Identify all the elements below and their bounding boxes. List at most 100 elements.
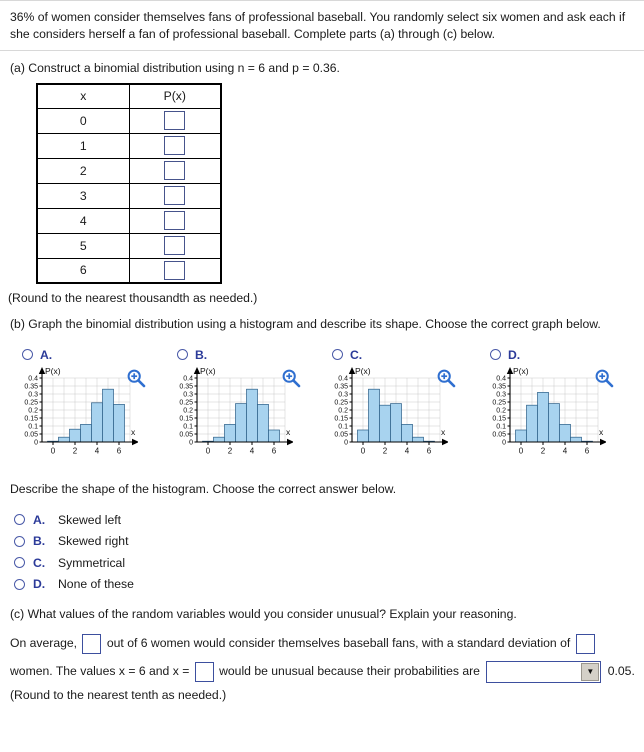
table-row: 3	[36, 182, 222, 209]
distribution-table: x P(x) 0123456	[36, 83, 222, 284]
radio-button-a[interactable]	[14, 514, 25, 525]
magnifier-plus-icon[interactable]	[594, 368, 614, 388]
histogram-choice-d[interactable]: 00.050.10.150.20.250.30.350.40 2 4 6P(x)x	[478, 364, 607, 464]
shape-option-d[interactable]: D. None of these	[14, 575, 644, 594]
px-answer-box[interactable]	[164, 111, 186, 130]
cell-px-input[interactable]	[128, 207, 222, 234]
shape-options-list: A. Skewed left B. Skewed right C. Symmetrical…	[0, 500, 644, 594]
x-tick-label: 0	[519, 447, 524, 456]
radio-button-d[interactable]	[14, 578, 25, 590]
px-answer-box[interactable]	[164, 186, 186, 205]
graph-area[interactable]: 0 0.05 0.1 0.15 0.2 0.25 0.3 0.35 0.4 0 2 4 6 P(x) x	[478, 364, 636, 472]
cell-x-value: 2	[36, 157, 130, 184]
zoom-graph-button[interactable]	[281, 368, 301, 388]
histogram-choice-a[interactable]: 00.050.10.150.20.250.30.350.40 2 4 6P(x)x	[10, 364, 139, 464]
zoom-graph-button[interactable]	[436, 368, 456, 388]
chevron-down-icon[interactable]: ▼	[581, 662, 600, 681]
histogram-choice-c[interactable]: 00.050.10.150.20.250.30.350.40 2 4 6P(x)x	[320, 364, 449, 464]
x-tick-label: 0	[361, 447, 366, 456]
cell-px-input[interactable]	[128, 257, 222, 284]
table-row: 4	[36, 207, 222, 234]
graph-choice-c[interactable]: C. 0 0.05 0.1 0.15 0.2 0.25 0.3 0.35 0.4 0 2 4 6 P(x) x	[320, 345, 478, 475]
y-tick-label: 0.25	[334, 400, 348, 407]
radio-button-d[interactable]	[490, 349, 501, 360]
y-tick-label: 0.2	[28, 408, 38, 415]
cell-px-input[interactable]	[128, 232, 222, 259]
graph-choice-a[interactable]: A. 0 0.05 0.1 0.15 0.2 0.25 0.3 0.35 0.4 0 2 4 6 P(x) x	[10, 345, 168, 475]
x-tick-label: 6	[427, 447, 432, 456]
cell-px-input[interactable]	[128, 182, 222, 209]
y-tick-label: 0.15	[492, 416, 506, 423]
px-answer-box[interactable]	[164, 161, 186, 180]
cell-x-value: 5	[36, 232, 130, 259]
graph-choice-letter: C.	[350, 347, 363, 362]
cell-x-value: 0	[36, 107, 130, 134]
radio-button-b[interactable]	[14, 535, 25, 547]
zoom-graph-button[interactable]	[126, 368, 146, 388]
standard-deviation-input[interactable]	[575, 633, 595, 654]
x-tick-label: 4	[95, 447, 100, 456]
y-tick-label: 0.3	[338, 392, 348, 399]
radio-button-b[interactable]	[177, 349, 188, 360]
histogram-bar	[246, 388, 258, 443]
shape-option-letter: A.	[33, 512, 46, 527]
graph-choice-header[interactable]: A.	[10, 345, 168, 364]
cell-px-input[interactable]	[128, 107, 222, 134]
x-tick-label: 6	[117, 447, 122, 456]
graph-choice-header[interactable]: B.	[165, 345, 323, 364]
y-tick-label: 0.25	[24, 400, 38, 407]
exercise-page: 36% of women consider themselves fans of…	[0, 0, 644, 752]
shape-option-a[interactable]: A. Skewed left	[14, 510, 644, 529]
radio-button-c[interactable]	[14, 557, 25, 568]
x-tick-label: 2	[541, 447, 546, 456]
px-answer-box[interactable]	[164, 136, 186, 155]
graph-choice-header[interactable]: D.	[478, 345, 636, 364]
magnifier-plus-icon[interactable]	[436, 368, 456, 388]
cell-px-input[interactable]	[128, 132, 222, 159]
y-tick-label: 0.4	[183, 376, 193, 383]
graph-area[interactable]: 0 0.05 0.1 0.15 0.2 0.25 0.3 0.35 0.4 0 2 4 6 P(x) x	[320, 364, 478, 472]
x-tick-label: 0	[206, 447, 211, 456]
histogram-bar	[537, 392, 549, 443]
x-tick-label: 6	[272, 447, 277, 456]
magnifier-plus-icon[interactable]	[126, 368, 146, 388]
px-answer-box[interactable]	[164, 236, 186, 255]
part-c-rounding-note: (Round to the nearest tenth as needed.)	[10, 688, 227, 702]
cell-x-value: 4	[36, 207, 130, 234]
graph-area[interactable]: 0 0.05 0.1 0.15 0.2 0.25 0.3 0.35 0.4 0 2 4 6 P(x) x	[165, 364, 323, 472]
histogram-bar	[390, 403, 402, 443]
histogram-bar	[102, 388, 114, 443]
cell-x-value: 6	[36, 257, 130, 284]
shape-option-text: Skewed left	[58, 512, 122, 527]
graph-choice-header[interactable]: C.	[320, 345, 478, 364]
x-value-input[interactable]	[194, 661, 214, 682]
histogram-bar	[257, 404, 269, 443]
histogram-bar	[379, 404, 391, 443]
histogram-choice-b[interactable]: 00.050.10.150.20.250.30.350.40 2 4 6P(x)x	[165, 364, 294, 464]
cell-px-input[interactable]	[128, 157, 222, 184]
px-answer-box[interactable]	[164, 260, 186, 280]
y-tick-label: 0.15	[179, 416, 193, 423]
graph-area[interactable]: 0 0.05 0.1 0.15 0.2 0.25 0.3 0.35 0.4 0 2 4 6 P(x) x	[10, 364, 168, 472]
x-axis-label: x	[599, 427, 604, 437]
x-tick-label: 4	[250, 447, 255, 456]
shape-option-c[interactable]: C. Symmetrical	[14, 553, 644, 572]
y-axis-label: P(x)	[355, 366, 371, 376]
comparison-dropdown[interactable]: ▼	[486, 660, 602, 683]
histogram-bar	[224, 424, 236, 443]
shape-option-text: Skewed right	[58, 534, 129, 548]
histogram-bar	[570, 436, 582, 443]
radio-button-a[interactable]	[22, 349, 33, 360]
y-tick-label: 0.25	[492, 400, 506, 407]
graph-choice-d[interactable]: D. 0 0.05 0.1 0.15 0.2 0.25 0.3 0.35 0.4 0 2 4 6 P(x) x	[478, 345, 636, 475]
magnifier-plus-icon[interactable]	[281, 368, 301, 388]
mean-input[interactable]	[82, 633, 102, 654]
zoom-graph-button[interactable]	[594, 368, 614, 388]
y-tick-label: 0.3	[496, 392, 506, 399]
graph-choice-b[interactable]: B. 0 0.05 0.1 0.15 0.2 0.25 0.3 0.35 0.4 0 2 4 6 P(x) x	[165, 345, 323, 475]
sentence-2b: would be unusual because their probabili…	[219, 664, 480, 678]
y-tick-label: 0.05	[179, 432, 193, 439]
px-answer-box[interactable]	[164, 211, 186, 230]
radio-button-c[interactable]	[332, 349, 343, 360]
shape-option-b[interactable]: B. Skewed right	[14, 532, 644, 551]
